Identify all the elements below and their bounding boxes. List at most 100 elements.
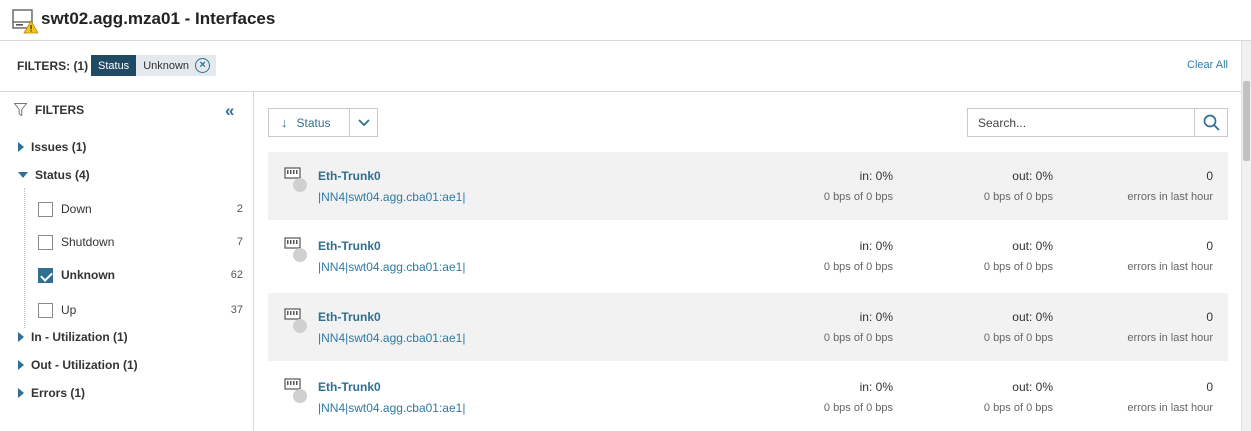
checkbox[interactable]: [38, 302, 53, 318]
out-detail: 0 bps of 0 bps: [983, 402, 1053, 414]
expand-icon: [18, 388, 24, 398]
interface-caption-link[interactable]: |NN4|swt04.agg.cba01:ae1|: [318, 401, 465, 415]
out-percent: out: 0%: [1012, 169, 1053, 183]
filter-group-out-utilization[interactable]: Out - Utilization (1): [18, 358, 138, 372]
interface-name-link[interactable]: Eth-Trunk0: [318, 169, 381, 183]
status-option-up[interactable]: Up 37: [38, 300, 243, 320]
in-detail: 0 bps of 0 bps: [823, 332, 893, 344]
option-label: Up: [61, 303, 77, 317]
option-count: 62: [230, 269, 243, 281]
search-icon: [1203, 114, 1220, 131]
errors: 0 errors in last hour: [1127, 380, 1213, 414]
filter-chip-value: Unknown ×: [136, 55, 217, 76]
errors-count: 0: [1206, 380, 1213, 394]
collapse-sidebar-icon[interactable]: «: [225, 101, 234, 121]
sort-arrow-icon: ↓: [281, 115, 288, 130]
filter-group-label: Issues (1): [31, 140, 87, 154]
search-button[interactable]: [1194, 109, 1227, 136]
filter-chip-value-label: Unknown: [143, 59, 190, 72]
interface-name-link[interactable]: Eth-Trunk0: [318, 239, 381, 253]
out-percent: out: 0%: [1012, 380, 1053, 394]
out-detail: 0 bps of 0 bps: [983, 191, 1053, 203]
filter-group-status[interactable]: Status (4): [18, 168, 90, 182]
errors: 0 errors in last hour: [1127, 169, 1213, 203]
interface-caption-link[interactable]: |NN4|swt04.agg.cba01:ae1|: [318, 331, 465, 345]
scrollbar-thumb[interactable]: [1243, 81, 1250, 161]
interface-name-link[interactable]: Eth-Trunk0: [318, 380, 381, 394]
in-utilization: in: 0% 0 bps of 0 bps: [824, 169, 893, 203]
out-utilization: out: 0% 0 bps of 0 bps: [984, 310, 1053, 344]
chevron-down-icon[interactable]: [350, 109, 377, 136]
interface-caption-link[interactable]: |NN4|swt04.agg.cba01:ae1|: [318, 260, 465, 274]
out-detail: 0 bps of 0 bps: [983, 332, 1053, 344]
in-utilization: in: 0% 0 bps of 0 bps: [824, 239, 893, 273]
in-utilization: in: 0% 0 bps of 0 bps: [824, 310, 893, 344]
tree-guide-line: [24, 188, 25, 328]
search-input[interactable]: [968, 109, 1194, 136]
status-option-shutdown[interactable]: Shutdown 7: [38, 232, 243, 252]
filter-sidebar: FILTERS « Issues (1) Status (4) Down 2 S…: [0, 92, 254, 431]
errors-detail: errors in last hour: [1127, 332, 1213, 344]
expand-icon: [18, 332, 24, 342]
checkbox[interactable]: [38, 201, 53, 217]
in-percent: in: 0%: [859, 239, 893, 253]
active-filters-bar: FILTERS: (1) Status Unknown × Clear All: [0, 41, 1241, 92]
checkbox[interactable]: [38, 234, 53, 250]
status-option-unknown[interactable]: Unknown 62: [38, 265, 243, 285]
interface-port-icon: [284, 167, 307, 192]
in-utilization: in: 0% 0 bps of 0 bps: [824, 380, 893, 414]
collapse-icon: [18, 172, 28, 178]
in-percent: in: 0%: [859, 169, 893, 183]
out-percent: out: 0%: [1012, 310, 1053, 324]
out-detail: 0 bps of 0 bps: [983, 261, 1053, 273]
sort-dropdown[interactable]: ↓ Status: [268, 108, 378, 137]
sidebar-title: FILTERS: [35, 103, 85, 117]
interface-row[interactable]: Eth-Trunk0 |NN4|swt04.agg.cba01:ae1| in:…: [268, 363, 1228, 431]
filter-group-label: Out - Utilization (1): [31, 358, 138, 372]
expand-icon: [18, 360, 24, 370]
interface-port-icon: [284, 237, 307, 262]
option-count: 7: [236, 236, 243, 248]
interface-port-icon: [284, 308, 307, 333]
remove-filter-icon[interactable]: ×: [195, 58, 211, 73]
option-count: 2: [236, 203, 243, 215]
in-detail: 0 bps of 0 bps: [823, 261, 893, 273]
out-utilization: out: 0% 0 bps of 0 bps: [984, 380, 1053, 414]
interface-row[interactable]: Eth-Trunk0 |NN4|swt04.agg.cba01:ae1| in:…: [268, 293, 1228, 361]
interface-row[interactable]: Eth-Trunk0 |NN4|swt04.agg.cba01:ae1| in:…: [268, 222, 1228, 290]
errors-count: 0: [1206, 239, 1213, 253]
filter-group-label: Status (4): [35, 168, 90, 182]
interface-row[interactable]: Eth-Trunk0 |NN4|swt04.agg.cba01:ae1| in:…: [268, 152, 1228, 220]
option-count: 37: [230, 304, 243, 316]
page-scrollbar[interactable]: [1241, 41, 1251, 431]
checkbox-checked[interactable]: [38, 267, 53, 283]
out-percent: out: 0%: [1012, 239, 1053, 253]
sort-label: Status: [296, 115, 331, 130]
filter-group-issues[interactable]: Issues (1): [18, 140, 86, 154]
page-header: swt02.agg.mza01 - Interfaces: [0, 0, 1251, 41]
sort-button[interactable]: ↓ Status: [269, 109, 350, 136]
errors-detail: errors in last hour: [1127, 402, 1213, 414]
errors: 0 errors in last hour: [1127, 310, 1213, 344]
out-utilization: out: 0% 0 bps of 0 bps: [984, 169, 1053, 203]
status-option-down[interactable]: Down 2: [38, 199, 243, 219]
in-detail: 0 bps of 0 bps: [823, 402, 893, 414]
option-label: Shutdown: [61, 235, 115, 249]
in-detail: 0 bps of 0 bps: [823, 191, 893, 203]
filter-group-in-utilization[interactable]: In - Utilization (1): [18, 330, 128, 344]
filter-chip-key: Status: [91, 55, 137, 76]
search-box: [967, 108, 1228, 137]
option-label: Down: [61, 202, 92, 216]
interface-name-link[interactable]: Eth-Trunk0: [318, 310, 381, 324]
interface-caption-link[interactable]: |NN4|swt04.agg.cba01:ae1|: [318, 190, 465, 204]
errors-count: 0: [1206, 169, 1213, 183]
filter-group-errors[interactable]: Errors (1): [18, 386, 85, 400]
active-filters-label: FILTERS: (1): [17, 59, 89, 73]
network-node-warning-icon: [12, 9, 38, 34]
clear-all-link[interactable]: Clear All: [1187, 59, 1228, 71]
filter-chip-status: Status Unknown ×: [91, 55, 217, 76]
expand-icon: [18, 142, 24, 152]
page-title: swt02.agg.mza01 - Interfaces: [41, 9, 276, 28]
interface-port-icon: [284, 378, 307, 403]
errors-detail: errors in last hour: [1127, 191, 1213, 203]
